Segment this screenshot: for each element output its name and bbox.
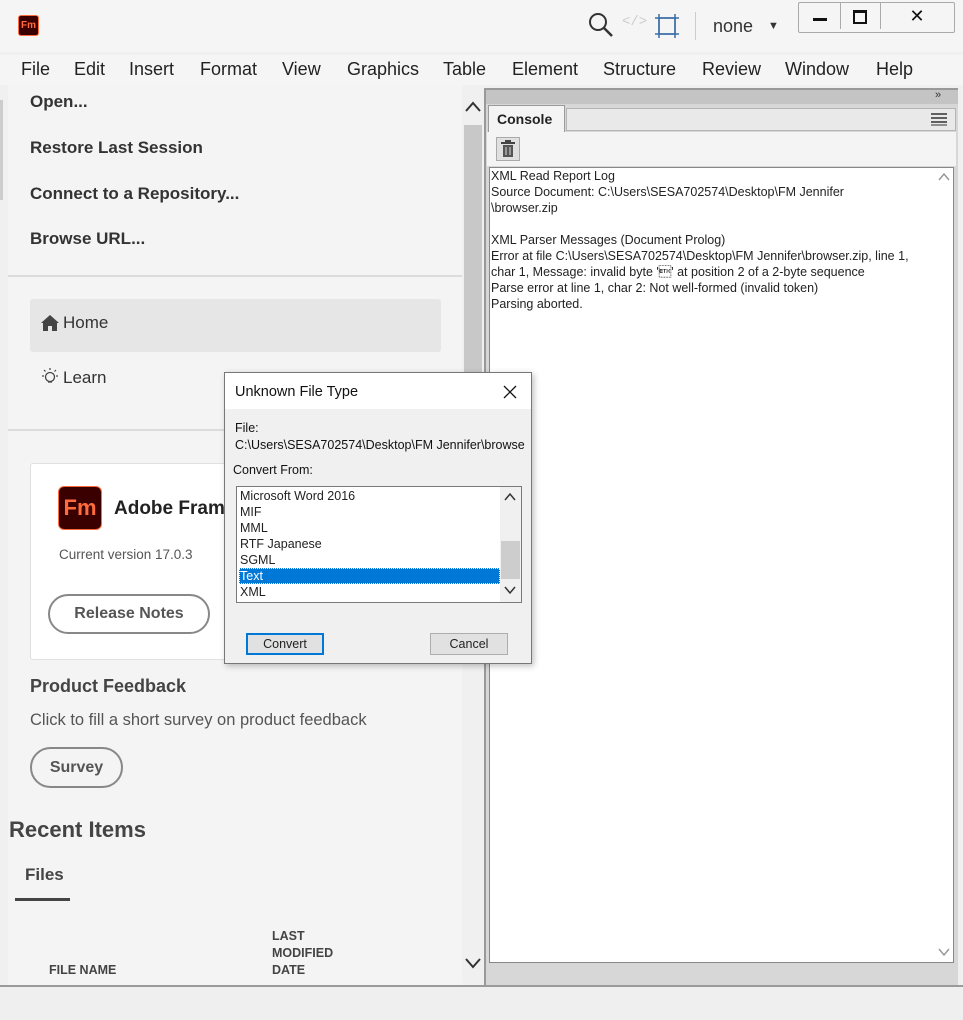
- list-item[interactable]: SGML: [239, 552, 500, 568]
- feedback-text: Click to fill a short survey on product …: [30, 711, 367, 729]
- close-button[interactable]: ✕: [882, 3, 952, 30]
- console-line: XML Parser Messages (Document Prolog): [491, 233, 726, 247]
- open-link[interactable]: Open...: [30, 92, 88, 112]
- browse-url-link[interactable]: Browse URL...: [30, 229, 145, 249]
- home-icon: [41, 315, 59, 331]
- collapse-panel-icon[interactable]: »: [935, 89, 941, 101]
- clear-console-button[interactable]: [496, 137, 520, 161]
- connect-repository-link[interactable]: Connect to a Repository...: [30, 184, 239, 204]
- lightbulb-icon: [42, 368, 58, 383]
- survey-button[interactable]: Survey: [30, 747, 123, 788]
- close-icon: ✕: [909, 6, 925, 26]
- file-label: File:: [235, 421, 259, 435]
- window-divider: [880, 3, 881, 29]
- nav-learn-label: Learn: [63, 368, 107, 387]
- app-logo: Fm: [18, 15, 39, 36]
- tab-console[interactable]: Console: [488, 105, 565, 132]
- console-tab-strip: [566, 108, 956, 131]
- chevron-down-icon[interactable]: [464, 956, 482, 970]
- convert-from-label: Convert From:: [233, 463, 313, 477]
- unknown-file-type-dialog: Unknown File Type File: C:\Users\SESA702…: [224, 372, 532, 664]
- view-dropdown[interactable]: none: [713, 16, 753, 37]
- convert-from-list[interactable]: Microsoft Word 2016 MIF MML RTF Japanese…: [236, 486, 522, 603]
- toolbar-divider: [695, 12, 696, 40]
- release-notes-button[interactable]: Release Notes: [48, 594, 210, 634]
- cancel-button[interactable]: Cancel: [430, 633, 508, 655]
- col-header-line: MODIFIED: [272, 946, 334, 960]
- feedback-title: Product Feedback: [30, 676, 187, 696]
- menu-view[interactable]: View: [282, 59, 321, 80]
- panel-menu-icon[interactable]: [930, 112, 948, 126]
- menu-review[interactable]: Review: [702, 59, 761, 80]
- menu-structure[interactable]: Structure: [603, 59, 676, 80]
- menu-file[interactable]: File: [21, 59, 50, 80]
- menu-format[interactable]: Format: [200, 59, 257, 80]
- col-header-line: DATE: [272, 963, 306, 977]
- status-bar: [0, 985, 963, 1020]
- list-scroll-thumb[interactable]: [501, 541, 520, 579]
- list-item-selected[interactable]: Text: [239, 568, 500, 584]
- col-file-name[interactable]: FILE NAME: [49, 963, 116, 977]
- menu-window[interactable]: Window: [785, 59, 849, 80]
- minimize-button[interactable]: [802, 3, 838, 30]
- trash-icon: [501, 140, 515, 157]
- chevron-up-icon[interactable]: [504, 492, 516, 502]
- menu-element[interactable]: Element: [512, 59, 578, 80]
- list-item[interactable]: MML: [239, 520, 500, 536]
- left-scroll-thumb[interactable]: [464, 125, 482, 385]
- menu-edit[interactable]: Edit: [74, 59, 105, 80]
- framemaker-logo: Fm: [58, 486, 102, 530]
- console-output[interactable]: XML Read Report Log Source Document: C:\…: [489, 167, 954, 963]
- console-toolbar: [487, 132, 956, 166]
- dialog-title-bar: Unknown File Type: [225, 373, 531, 409]
- chevron-down-icon[interactable]: [504, 585, 516, 595]
- nav-home-label: Home: [63, 313, 109, 332]
- console-line: Parse error at line 1, char 2: Not well-…: [491, 281, 819, 295]
- tab-underline: [15, 898, 70, 901]
- code-view-icon[interactable]: </>: [622, 14, 647, 38]
- console-line: Source Document: C:\Users\SESA702574\Des…: [491, 185, 844, 199]
- console-line: char 1, Message: invalid byte '' at pos…: [491, 265, 865, 279]
- dialog-title: Unknown File Type: [235, 384, 359, 400]
- convert-button[interactable]: Convert: [246, 633, 324, 655]
- menu-help[interactable]: Help: [876, 59, 913, 80]
- console-line: \browser.zip: [491, 201, 558, 215]
- console-line: XML Read Report Log: [491, 169, 615, 183]
- chevron-up-icon[interactable]: [464, 100, 482, 114]
- close-icon[interactable]: [503, 385, 517, 399]
- maximize-icon: [853, 9, 867, 24]
- list-item[interactable]: XML: [239, 584, 500, 600]
- restore-session-link[interactable]: Restore Last Session: [30, 138, 203, 158]
- col-header-line: LAST: [272, 929, 305, 943]
- product-version: Current version 17.0.3: [59, 547, 193, 562]
- chevron-up-icon[interactable]: [937, 171, 951, 183]
- menu-table[interactable]: Table: [443, 59, 486, 80]
- list-item[interactable]: MIF: [239, 504, 500, 520]
- maximize-button[interactable]: [842, 3, 878, 30]
- tab-files[interactable]: Files: [25, 865, 64, 885]
- menu-graphics[interactable]: Graphics: [347, 59, 419, 80]
- menu-bar: File Edit Insert Format View Graphics Ta…: [0, 55, 963, 85]
- console-header-strip: [486, 90, 958, 104]
- console-line: Parsing aborted.: [491, 297, 583, 311]
- window-divider: [840, 3, 841, 29]
- tab-console-label: Console: [497, 111, 553, 127]
- file-path-clip: C:\Users\SESA702574\Desktop\FM Jennifer\…: [235, 438, 525, 456]
- left-edge-handle: [0, 100, 3, 200]
- divider: [8, 275, 463, 277]
- menu-insert[interactable]: Insert: [129, 59, 174, 80]
- nav-home[interactable]: Home: [30, 299, 441, 352]
- recent-items-title: Recent Items: [9, 817, 146, 842]
- frame-crop-icon[interactable]: [654, 13, 680, 39]
- chevron-down-icon[interactable]: [937, 946, 951, 958]
- col-last-modified[interactable]: LAST MODIFIED DATE: [272, 928, 333, 979]
- list-item[interactable]: RTF Japanese: [239, 536, 500, 552]
- search-icon[interactable]: [587, 11, 615, 39]
- minimize-icon: [813, 18, 827, 21]
- list-item[interactable]: Microsoft Word 2016: [239, 488, 500, 504]
- console-line: Error at file C:\Users\SESA702574\Deskto…: [491, 249, 909, 263]
- chevron-down-icon[interactable]: ▼: [768, 20, 779, 32]
- file-path: C:\Users\SESA702574\Desktop\FM Jennifer\…: [235, 438, 525, 452]
